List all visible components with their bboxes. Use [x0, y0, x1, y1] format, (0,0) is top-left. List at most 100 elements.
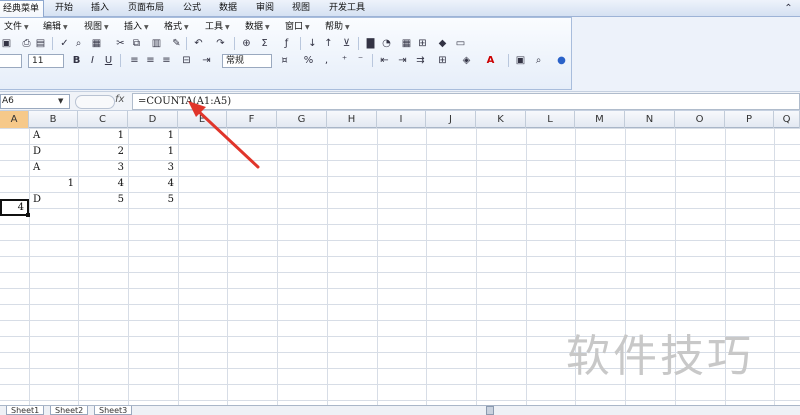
cell-c3[interactable]: 3: [78, 160, 128, 175]
paste-special-icon[interactable]: ▥: [150, 37, 163, 50]
column-header-k[interactable]: K: [476, 111, 526, 128]
indent-icon[interactable]: ⇉: [414, 54, 427, 67]
help-icon[interactable]: ◆: [436, 37, 449, 50]
comma-style-button[interactable]: ,: [320, 54, 333, 67]
horizontal-scrollbar-thumb[interactable]: [486, 406, 494, 415]
column-header-n[interactable]: N: [625, 111, 675, 128]
redo-icon[interactable]: ↷: [214, 37, 227, 50]
save-icon[interactable]: ▣: [0, 37, 13, 50]
menu-tools[interactable]: 工具 ▼: [205, 21, 230, 34]
image-icon[interactable]: ▣: [514, 54, 527, 67]
font-name-select[interactable]: [0, 54, 22, 68]
tab-classic-menu[interactable]: 经典菜单: [0, 0, 45, 17]
column-header-j[interactable]: J: [426, 111, 476, 128]
menu-help[interactable]: 帮助 ▼: [325, 21, 350, 34]
cell-c5[interactable]: 5: [78, 192, 128, 207]
menu-edit[interactable]: 编辑 ▼: [43, 21, 68, 34]
increase-decimal-icon[interactable]: ⁺: [338, 54, 351, 67]
sheet-tab-3[interactable]: Sheet3: [94, 406, 133, 415]
cell-b3[interactable]: A: [29, 160, 78, 175]
menu-data[interactable]: 数据 ▼: [245, 21, 270, 34]
format-painter-icon[interactable]: ✎: [170, 37, 183, 50]
column-header-c[interactable]: C: [78, 111, 128, 128]
fill-color-icon[interactable]: ◈: [460, 54, 473, 67]
cell-c4[interactable]: 4: [78, 176, 128, 191]
merge-center-icon[interactable]: ⊟: [180, 54, 193, 67]
cell-b5[interactable]: D: [29, 192, 78, 207]
menu-window[interactable]: 窗口 ▼: [285, 21, 310, 34]
number-format-select[interactable]: 常规: [222, 54, 272, 68]
tab-page-layout[interactable]: 页面布局: [128, 0, 164, 17]
undo-icon[interactable]: ↶: [192, 37, 205, 50]
font-size-select[interactable]: 11: [28, 54, 64, 68]
align-left-icon[interactable]: ≡: [128, 54, 141, 67]
bold-button[interactable]: B: [70, 54, 83, 67]
sort-ascending-icon[interactable]: ↓: [306, 37, 319, 50]
cell-b2[interactable]: D: [29, 144, 78, 159]
column-header-o[interactable]: O: [675, 111, 725, 128]
tab-view[interactable]: 视图: [292, 0, 310, 17]
spell-check-icon[interactable]: ✓: [58, 37, 71, 50]
column-header-a[interactable]: A: [0, 111, 29, 128]
percent-button[interactable]: %: [302, 54, 315, 67]
print-icon[interactable]: ▤: [34, 37, 47, 50]
column-header-h[interactable]: H: [327, 111, 377, 128]
cell-c1[interactable]: 1: [78, 128, 128, 143]
menu-insert[interactable]: 插入 ▼: [124, 21, 149, 34]
tab-data[interactable]: 数据: [219, 0, 237, 17]
folder-icon[interactable]: ▭: [454, 37, 467, 50]
tab-developer[interactable]: 开发工具: [329, 0, 365, 17]
filter-icon[interactable]: ⊻: [340, 37, 353, 50]
tab-review[interactable]: 审阅: [256, 0, 274, 17]
cut-icon[interactable]: ✂: [114, 37, 127, 50]
decrease-decimal-icon[interactable]: ⁻: [354, 54, 367, 67]
tab-insert[interactable]: 插入: [91, 0, 109, 17]
fx-button[interactable]: fx: [115, 94, 124, 105]
cell-b4[interactable]: 1: [29, 176, 78, 191]
menu-view[interactable]: 视图 ▼: [84, 21, 109, 34]
fill-handle[interactable]: [26, 213, 30, 217]
sort-descending-icon[interactable]: ↑: [322, 37, 335, 50]
cell-c2[interactable]: 2: [78, 144, 128, 159]
column-header-m[interactable]: M: [575, 111, 625, 128]
tab-home[interactable]: 开始: [55, 0, 73, 17]
paste-icon[interactable]: ▦: [90, 37, 103, 50]
menu-format[interactable]: 格式 ▼: [164, 21, 189, 34]
decrease-indent-icon[interactable]: ⇤: [378, 54, 391, 67]
copy-icon[interactable]: ⧉: [130, 37, 143, 50]
cell-d5[interactable]: 5: [128, 192, 178, 207]
autosum-icon[interactable]: Σ: [258, 37, 271, 50]
function-icon[interactable]: ƒ: [280, 37, 293, 50]
column-header-q[interactable]: Q: [774, 111, 800, 128]
help-circle-icon[interactable]: ●: [555, 54, 568, 67]
print-preview-icon[interactable]: ⎙: [20, 37, 33, 50]
align-right-icon[interactable]: ≡: [160, 54, 173, 67]
cell-b1[interactable]: A: [29, 128, 78, 143]
sheet-tab-1[interactable]: Sheet1: [6, 406, 45, 415]
italic-button[interactable]: I: [86, 54, 99, 67]
column-header-b[interactable]: B: [29, 111, 78, 128]
wrap-text-icon[interactable]: ⇥: [200, 54, 213, 67]
research-icon[interactable]: ⌕: [72, 37, 85, 50]
cell-d4[interactable]: 4: [128, 176, 178, 191]
column-header-p[interactable]: P: [725, 111, 774, 128]
borders-icon[interactable]: ⊞: [436, 54, 449, 67]
zoom-icon[interactable]: ⊞: [416, 37, 429, 50]
menu-file[interactable]: 文件 ▼: [4, 21, 29, 34]
formula-cancel-enter-control[interactable]: [75, 95, 115, 109]
chevron-down-icon[interactable]: ▼: [58, 97, 63, 105]
tab-formulas[interactable]: 公式: [183, 0, 201, 17]
font-color-icon[interactable]: A: [484, 54, 497, 67]
underline-button[interactable]: U: [102, 54, 115, 67]
column-header-l[interactable]: L: [526, 111, 575, 128]
magnifier-icon[interactable]: ⌕: [532, 54, 545, 67]
column-header-g[interactable]: G: [277, 111, 327, 128]
column-header-i[interactable]: I: [377, 111, 426, 128]
hyperlink-icon[interactable]: ⊕: [240, 37, 253, 50]
drawing-icon[interactable]: ◔: [380, 37, 393, 50]
increase-indent-icon[interactable]: ⇥: [396, 54, 409, 67]
align-center-icon[interactable]: ≡: [144, 54, 157, 67]
table-icon[interactable]: ▦: [400, 37, 413, 50]
chart-icon[interactable]: ▇: [364, 37, 377, 50]
chevron-up-icon[interactable]: ⌃: [782, 2, 795, 15]
